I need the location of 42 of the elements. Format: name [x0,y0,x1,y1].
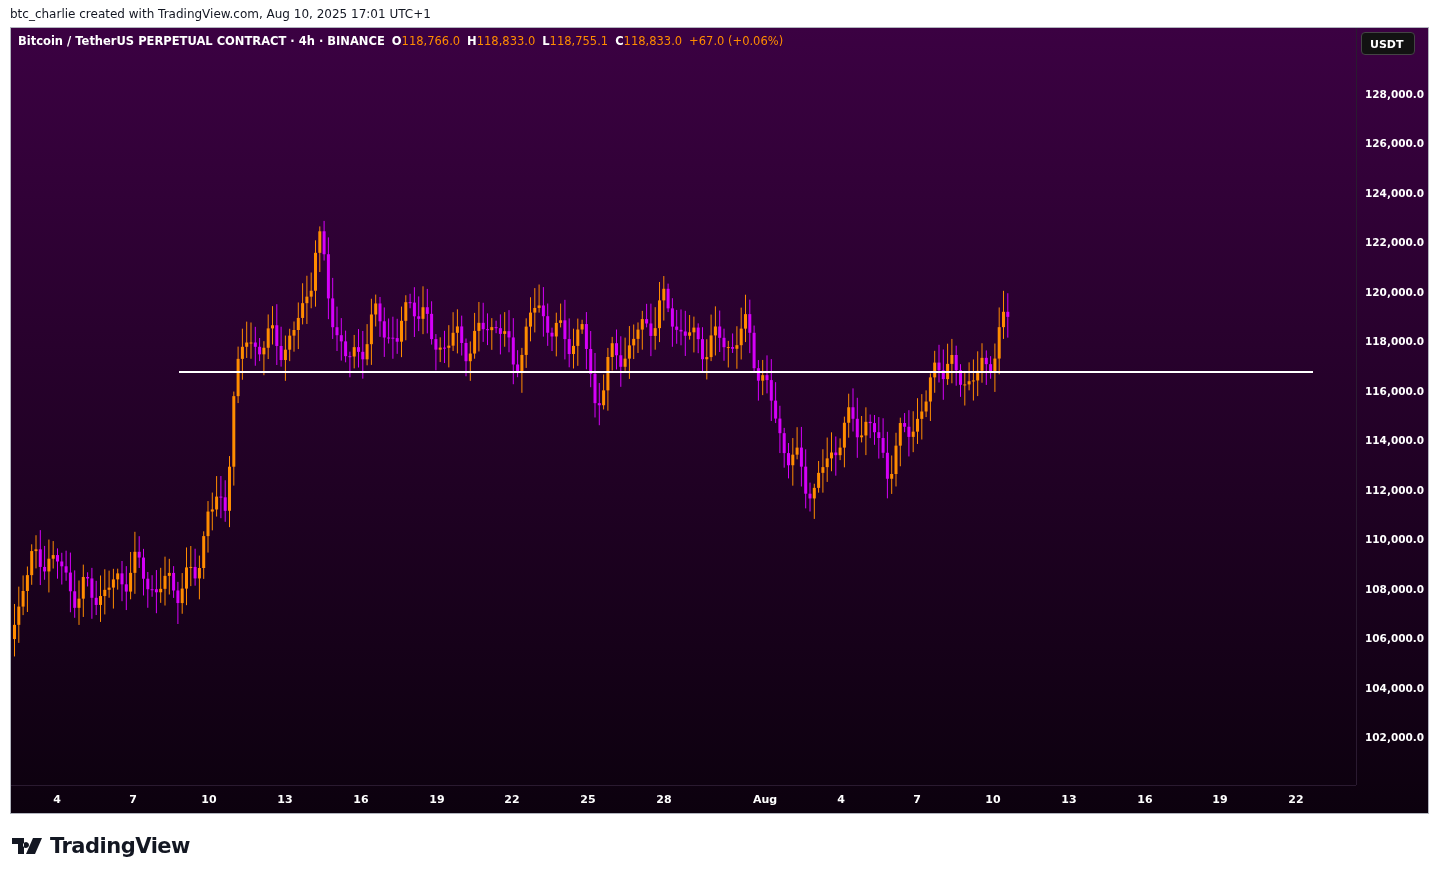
price-axis-label: 112,000.0 [1365,483,1425,496]
caption-text: btc_charlie created with TradingView.com, Aug 10, 2025 17:01 UTC+1 [9,6,432,23]
horizontal-level-line[interactable] [178,371,1314,373]
price-change: +67.0 (+0.06%) [689,34,784,48]
time-axis-label: 13 [1061,793,1077,806]
logo-text: TradingView [50,834,190,858]
time-axis-label: 19 [429,793,445,806]
time-axis-label: 10 [985,793,1001,806]
time-axis-label: 7 [913,793,921,806]
price-axis-label: 102,000.0 [1365,730,1425,743]
time-axis-label: 16 [353,793,369,806]
ohlc-value: O118,766.0 [391,34,461,48]
time-axis-label: 10 [201,793,217,806]
time-axis-label: 22 [504,793,520,806]
time-axis-label: 19 [1212,793,1228,806]
time-axis-label: 16 [1137,793,1153,806]
price-axis-label: 118,000.0 [1365,335,1425,348]
price-axis-label: 120,000.0 [1365,285,1425,298]
price-axis-label: 104,000.0 [1365,681,1425,694]
time-axis-label: 25 [580,793,596,806]
ohlc-value: H118,833.0 [467,34,536,48]
ohlc-value: C118,833.0 [615,34,683,48]
logo-icon [12,838,42,854]
price-axis-label: 122,000.0 [1365,236,1425,249]
price-axis-label: 108,000.0 [1365,582,1425,595]
time-axis-label: 28 [656,793,672,806]
price-axis-label: 128,000.0 [1365,88,1425,100]
price-axis-label: 126,000.0 [1365,137,1425,150]
price-axis-label: 106,000.0 [1365,632,1425,645]
price-axis-label: 124,000.0 [1365,186,1425,199]
time-axis-label: 4 [837,793,845,806]
time-axis-label: Aug [752,793,778,806]
price-axis-label: 116,000.0 [1365,384,1425,397]
symbol-title: Bitcoin / TetherUS PERPETUAL CONTRACT · 4h · BINANCE [18,34,385,48]
ohlc-value: L118,755.1 [542,34,609,48]
price-axis-label: 110,000.0 [1365,533,1425,546]
currency-button[interactable]: USDT [1361,32,1415,55]
time-axis-label: 22 [1288,793,1304,806]
price-axis-label: 114,000.0 [1365,434,1425,447]
time-axis-label: 7 [129,793,137,806]
time-axis-label: 13 [277,793,293,806]
time-axis-label: 4 [53,793,61,806]
